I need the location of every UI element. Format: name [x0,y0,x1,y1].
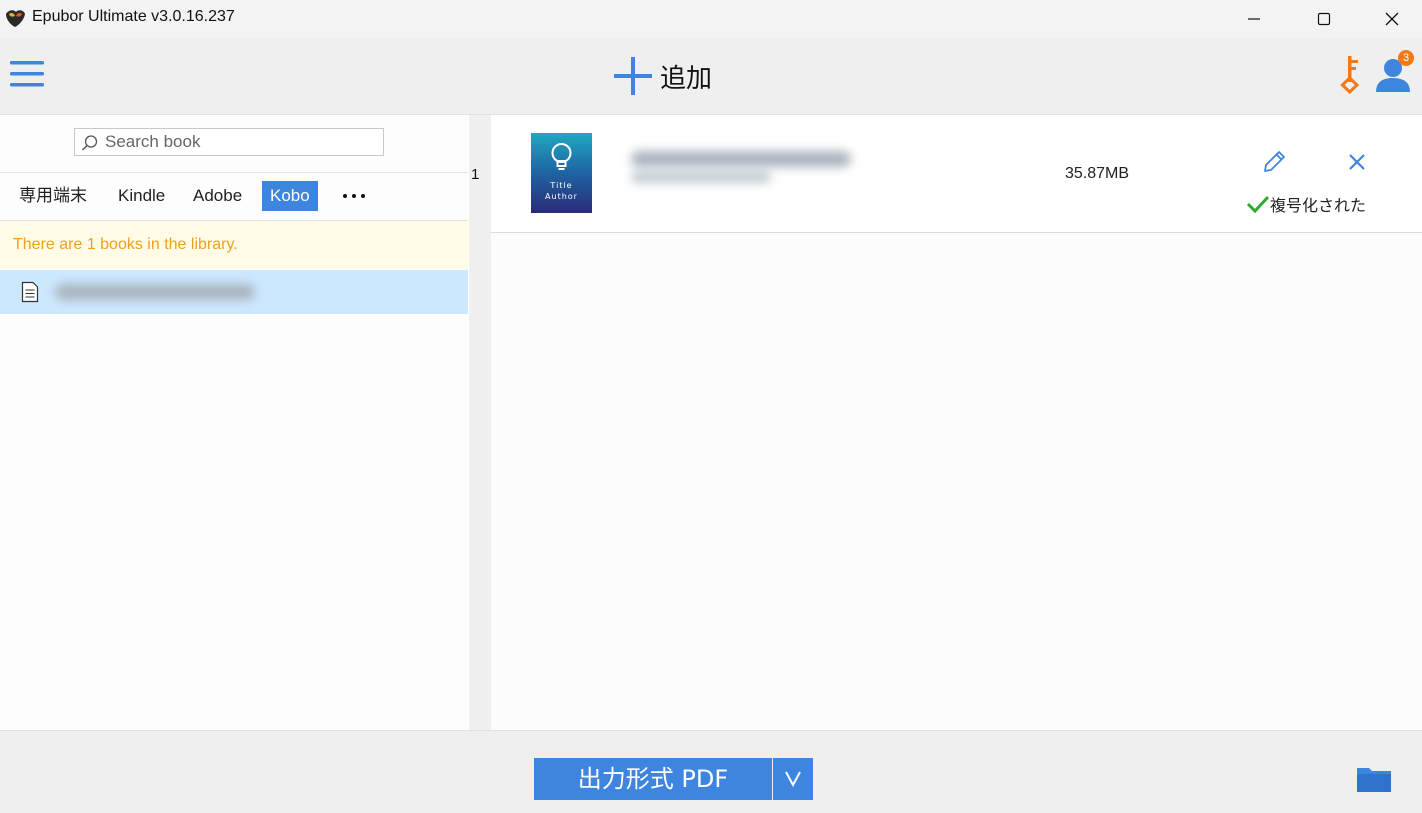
conversion-panel: Title Author 35.87MB 複号化された [491,115,1422,730]
blurred-book-author [631,171,771,183]
output-format-dropdown[interactable] [773,758,813,800]
menu-button[interactable] [8,58,48,92]
tab-dedicated-device[interactable]: 専用端末 [11,181,95,211]
remove-book-button[interactable] [1346,151,1368,173]
hamburger-icon [10,61,44,87]
output-format-button[interactable]: 出力形式 PDF [534,758,772,800]
divider [0,172,468,173]
minimize-icon [1248,18,1260,20]
main-toolbar: 追加 3 [0,38,1422,115]
search-input[interactable] [105,131,375,153]
plus-icon [614,57,652,95]
close-icon [1349,154,1365,170]
device-tabs: 専用端末 Kindle Adobe Kobo [0,181,468,213]
pencil-icon [1264,151,1285,172]
library-book-item[interactable] [0,270,468,314]
panel-splitter[interactable] [469,115,491,730]
decryption-status-label: 複号化された [1270,196,1367,215]
lightbulb-icon [551,143,572,170]
add-book-button[interactable]: 追加 [612,54,712,98]
ellipsis-icon [343,194,365,198]
add-book-label: 追加 [660,63,713,94]
license-key-button[interactable] [1338,54,1364,96]
search-box[interactable] [74,128,384,156]
more-tabs-button[interactable] [336,181,372,211]
tab-adobe[interactable]: Adobe [185,181,250,211]
maximize-button[interactable] [1289,0,1359,38]
window-title: Epubor Ultimate v3.0.16.237 [32,8,235,25]
notification-badge: 3 [1398,50,1414,66]
book-row-index: 1 [471,166,480,183]
key-icon [1340,56,1360,95]
cover-title-text: Title [550,181,573,190]
library-count-notice: There are 1 books in the library. [0,221,468,269]
decryption-status: 複号化された [1246,192,1366,216]
user-account-button[interactable]: 3 [1374,50,1418,96]
search-icon [81,135,98,151]
close-icon [1385,12,1399,26]
folder-icon [1357,768,1391,792]
library-panel: 専用端末 Kindle Adobe Kobo There are 1 books… [0,115,468,730]
blurred-book-title [631,151,851,167]
edit-book-button[interactable] [1261,149,1287,175]
minimize-button[interactable] [1219,0,1289,38]
check-icon [1246,195,1270,213]
tab-kobo[interactable]: Kobo [262,181,318,211]
open-folder-button[interactable] [1356,764,1392,794]
window-close-button[interactable] [1357,0,1422,38]
document-icon [21,281,39,303]
book-row[interactable]: Title Author 35.87MB 複号化された [491,115,1422,233]
title-bar: Epubor Ultimate v3.0.16.237 [0,0,1422,38]
footer-bar: 出力形式 PDF [0,730,1422,813]
blurred-book-title [55,284,255,300]
app-logo-icon [6,10,25,27]
file-size: 35.87MB [1065,165,1130,182]
maximize-icon [1317,12,1331,26]
book-cover: Title Author [531,133,592,213]
chevron-down-icon [785,771,801,788]
tab-kindle[interactable]: Kindle [110,181,173,211]
cover-author-text: Author [545,192,578,201]
